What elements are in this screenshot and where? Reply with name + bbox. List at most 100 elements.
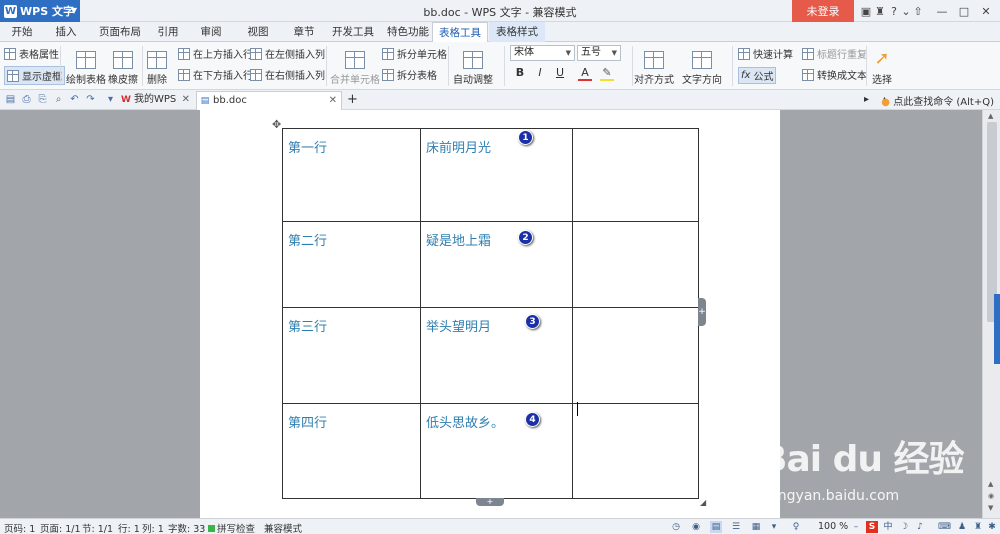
document-page[interactable]: ✥ 第一行 床前明月光 第二行 疑是地上霜 第三行 举头望明月 第四行 低头思故…: [200, 110, 780, 518]
ime-lang-icon[interactable]: 中: [882, 521, 894, 533]
bold-button[interactable]: B: [513, 66, 527, 79]
table-cell[interactable]: 床前明月光: [420, 128, 573, 222]
status-word-count[interactable]: 字数: 33: [168, 521, 205, 534]
insert-row-below-button[interactable]: 在下方插入行: [178, 67, 253, 82]
save-icon[interactable]: ▤: [4, 93, 17, 106]
table-move-icon[interactable]: ✥: [272, 118, 281, 131]
scroll-up-icon[interactable]: ▲: [988, 480, 993, 488]
tab-table-style[interactable]: 表格样式: [489, 22, 545, 42]
split-cells-button[interactable]: 拆分单元格: [382, 46, 447, 61]
pdf-export-icon[interactable]: ⎙: [20, 93, 33, 106]
table-cell[interactable]: 第一行: [282, 128, 421, 222]
maximize-icon[interactable]: □: [956, 3, 972, 19]
text-direction-button[interactable]: 文字方向: [682, 46, 722, 86]
select-button[interactable]: ➚ 选择: [872, 46, 892, 86]
mic-icon[interactable]: ♪: [914, 521, 926, 533]
italic-button[interactable]: I: [533, 66, 547, 79]
font-name-select[interactable]: 宋体 ▼: [510, 45, 575, 61]
sogou-ime-icon[interactable]: S: [866, 521, 878, 533]
scroll-up-icon[interactable]: ▲: [988, 112, 993, 120]
close-icon[interactable]: ✕: [978, 3, 994, 19]
table-cell[interactable]: [572, 307, 699, 404]
show-gridlines-button[interactable]: 显示虚框: [4, 66, 65, 85]
align-button[interactable]: 对齐方式: [634, 46, 674, 86]
table-properties-button[interactable]: 表格属性: [4, 46, 59, 61]
page-view-icon[interactable]: ▤: [710, 521, 722, 533]
split-table-button[interactable]: 拆分表格: [382, 67, 437, 82]
scrollbar-thumb[interactable]: [987, 122, 997, 322]
document-area[interactable]: ✥ 第一行 床前明月光 第二行 疑是地上霜 第三行 举头望明月 第四行 低头思故…: [0, 110, 982, 518]
quick-calc-button[interactable]: 快速计算: [738, 46, 793, 61]
add-row-button[interactable]: +: [476, 498, 504, 506]
table-cell[interactable]: 举头望明月: [420, 307, 573, 404]
print-preview-icon[interactable]: ⌕: [52, 93, 65, 106]
document-table[interactable]: 第一行 床前明月光 第二行 疑是地上霜 第三行 举头望明月 第四行 低头思故乡。: [282, 128, 699, 499]
table-resize-icon[interactable]: ◢: [700, 498, 708, 507]
new-tab-icon[interactable]: +: [346, 93, 359, 106]
tab-start[interactable]: 开始: [2, 22, 42, 42]
convert-to-text-button[interactable]: 转换成文本: [802, 67, 867, 82]
history-icon[interactable]: ◷: [670, 521, 682, 533]
table-cell[interactable]: 第二行: [282, 221, 421, 308]
table-cell[interactable]: [572, 128, 699, 222]
tab-my-wps[interactable]: W 我的WPS ✕: [118, 91, 194, 110]
eraser-button[interactable]: 橡皮擦: [108, 46, 138, 86]
table-cell[interactable]: 低头思故乡。: [420, 403, 573, 499]
eye-icon[interactable]: ◉: [690, 521, 702, 533]
find-command-search[interactable]: ● 点此查找命令 (Alt+Q): [881, 93, 994, 108]
add-column-button[interactable]: +: [698, 298, 706, 326]
delete-button[interactable]: 删除: [147, 46, 167, 86]
layout-menu-icon[interactable]: ▾: [768, 521, 780, 533]
auto-fit-button[interactable]: 自动调整: [453, 46, 493, 86]
tab-page-layout[interactable]: 页面布局: [92, 22, 148, 42]
repeat-header-button[interactable]: 标题行重复: [802, 46, 867, 61]
print-icon[interactable]: ⎘: [36, 93, 49, 106]
outline-view-icon[interactable]: ☰: [730, 521, 742, 533]
scroll-down-icon[interactable]: ▼: [988, 504, 993, 512]
tab-developer[interactable]: 开发工具: [328, 22, 378, 42]
font-size-select[interactable]: 五号 ▼: [577, 45, 621, 61]
merge-cells-button[interactable]: 合并单元格: [330, 46, 380, 86]
redo-icon[interactable]: ↷: [84, 93, 97, 106]
table-cell[interactable]: 第三行: [282, 307, 421, 404]
highlight-icon[interactable]: ✎: [600, 66, 614, 81]
restore-up-icon[interactable]: ⇧: [910, 3, 926, 19]
web-view-icon[interactable]: ▦: [750, 521, 762, 533]
tab-insert[interactable]: 插入: [46, 22, 86, 42]
lightbulb-icon[interactable]: ♀: [790, 521, 802, 533]
sidebar-toggle-icon[interactable]: ▸: [860, 93, 873, 106]
close-icon[interactable]: ✕: [329, 92, 337, 110]
zoom-level[interactable]: 100 %: [818, 521, 848, 532]
keyboard-icon[interactable]: ⌨: [938, 521, 951, 533]
close-icon[interactable]: ✕: [182, 91, 190, 109]
minimize-icon[interactable]: —: [934, 3, 950, 19]
draw-table-button[interactable]: 绘制表格: [66, 46, 106, 86]
tab-view[interactable]: 视图: [240, 22, 276, 42]
tab-table-tools[interactable]: 表格工具: [432, 22, 488, 43]
user-icon[interactable]: ♟: [956, 521, 968, 533]
formula-button[interactable]: fx 公式: [738, 67, 777, 84]
zoom-out-icon[interactable]: –: [850, 521, 862, 533]
table-cell[interactable]: 疑是地上霜: [420, 221, 573, 308]
punct-icon[interactable]: ☽: [898, 521, 910, 533]
tab-features[interactable]: 特色功能: [383, 22, 433, 42]
shirt-icon[interactable]: ♜: [972, 521, 984, 533]
page-icon[interactable]: ◉: [988, 492, 994, 500]
insert-col-right-button[interactable]: 在右侧插入列: [250, 67, 325, 82]
table-cell[interactable]: [572, 221, 699, 308]
font-color-button[interactable]: A: [578, 66, 592, 81]
insert-col-left-button[interactable]: 在左侧插入列: [250, 46, 325, 61]
tab-chapter[interactable]: 章节: [286, 22, 322, 42]
side-panel-toggle[interactable]: [994, 294, 1000, 364]
app-menu-button[interactable]: W WPS 文字 ▼: [0, 0, 80, 22]
login-button[interactable]: 未登录: [792, 0, 854, 22]
spellcheck-toggle[interactable]: 拼写检查: [208, 521, 255, 534]
insert-row-above-button[interactable]: 在上方插入行: [178, 46, 253, 61]
tab-bb-doc[interactable]: ▤ bb.doc ✕: [196, 91, 342, 110]
chevron-down-icon[interactable]: ▾: [104, 93, 117, 106]
undo-icon[interactable]: ↶: [68, 93, 81, 106]
tab-references[interactable]: 引用: [150, 22, 186, 42]
tab-review[interactable]: 审阅: [193, 22, 229, 42]
underline-button[interactable]: U: [553, 66, 567, 79]
settings-icon[interactable]: ✱: [986, 521, 998, 533]
